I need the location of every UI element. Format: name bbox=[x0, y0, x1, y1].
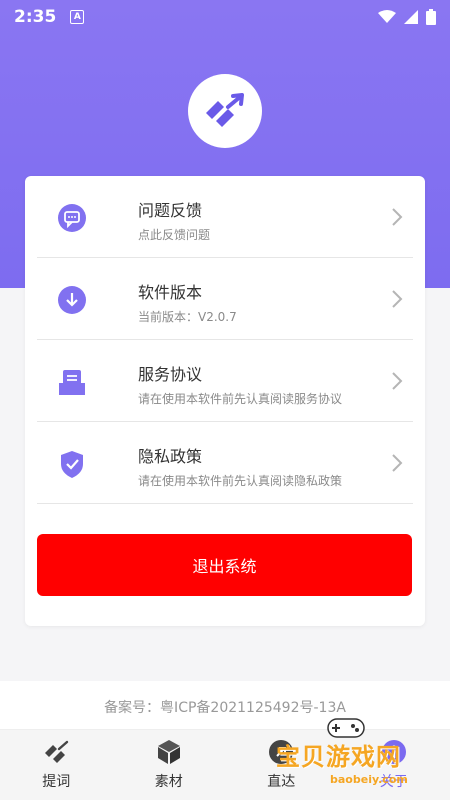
menu-item-title: 软件版本 bbox=[138, 283, 203, 302]
site-watermark: 宝贝游戏网 baobeiy.com bbox=[270, 715, 450, 800]
menu-item-title: 问题反馈 bbox=[138, 201, 203, 220]
tab-label: 素材 bbox=[154, 774, 183, 790]
download-icon bbox=[58, 286, 86, 314]
wifi-icon bbox=[378, 10, 396, 23]
feedback-icon bbox=[58, 204, 86, 232]
app-logo-icon bbox=[206, 93, 244, 127]
status-indicators bbox=[378, 9, 436, 25]
notification-icon: A bbox=[70, 10, 85, 24]
tab-materials[interactable]: 素材 bbox=[113, 730, 226, 800]
battery-icon bbox=[426, 9, 436, 25]
prompter-icon bbox=[45, 740, 69, 763]
status-time: 2:35 bbox=[14, 7, 57, 27]
shield-check-icon bbox=[61, 451, 83, 478]
menu-item-subtitle: 请在使用本软件前先认真阅读隐私政策 bbox=[138, 474, 343, 488]
tab-label: 提词 bbox=[42, 774, 71, 790]
menu-item-subtitle: 点此反馈问题 bbox=[138, 228, 211, 242]
watermark-text: 宝贝游戏网 bbox=[276, 743, 401, 771]
menu-item-feedback[interactable]: 问题反馈 点此反馈问题 bbox=[37, 176, 413, 258]
menu-item-subtitle: 请在使用本软件前先认真阅读服务协议 bbox=[138, 392, 343, 406]
menu-item-privacy[interactable]: 隐私政策 请在使用本软件前先认真阅读隐私政策 bbox=[37, 422, 413, 504]
signal-icon bbox=[404, 10, 418, 24]
app-logo bbox=[188, 74, 262, 148]
icp-record-number: 备案号：粤ICP备2021125492号-13A bbox=[104, 700, 346, 716]
menu-item-title: 隐私政策 bbox=[138, 447, 203, 466]
settings-card: 问题反馈 点此反馈问题 软件版本 当前版本：V2.0.7 服务协议 请在使用本软… bbox=[25, 176, 425, 626]
chevron-right-icon bbox=[392, 208, 403, 226]
chevron-right-icon bbox=[392, 454, 403, 472]
menu-item-title: 服务协议 bbox=[138, 365, 203, 384]
status-bar: 2:35 A bbox=[0, 0, 450, 34]
agreement-icon bbox=[59, 370, 85, 395]
menu-item-version[interactable]: 软件版本 当前版本：V2.0.7 bbox=[37, 258, 413, 340]
chevron-right-icon bbox=[392, 372, 403, 390]
logout-button[interactable]: 退出系统 bbox=[37, 534, 412, 596]
cube-icon bbox=[157, 740, 180, 764]
watermark-url: baobeiy.com bbox=[330, 773, 408, 786]
tab-prompter[interactable]: 提词 bbox=[0, 730, 113, 800]
menu-item-subtitle: 当前版本：V2.0.7 bbox=[138, 310, 237, 324]
chevron-right-icon bbox=[392, 290, 403, 308]
menu-item-agreement[interactable]: 服务协议 请在使用本软件前先认真阅读服务协议 bbox=[37, 340, 413, 422]
